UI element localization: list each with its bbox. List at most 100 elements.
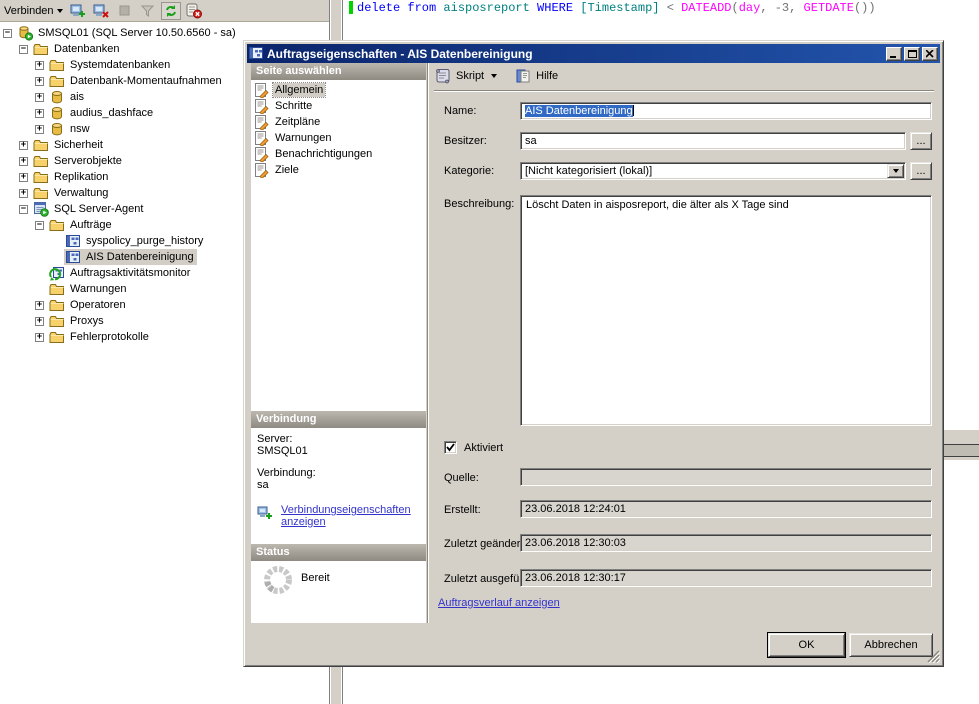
folder-icon [33,137,49,153]
tree-item-label: Warnungen [68,282,128,296]
name-label: Name: [444,105,476,117]
expand-icon[interactable]: + [35,109,44,118]
folder-icon [33,153,49,169]
text-cursor [633,105,634,116]
folder-icon [49,313,65,329]
resize-grip[interactable] [927,650,940,663]
script-dropdown-icon[interactable] [491,74,497,78]
help-icon[interactable] [515,68,531,84]
expand-icon[interactable]: + [35,61,44,70]
connection-properties-icon [257,504,275,522]
help-button[interactable]: Hilfe [536,70,558,82]
expand-icon[interactable]: + [35,317,44,326]
query-token: WHERE [537,1,580,15]
created-label: Erstellt: [444,504,481,516]
enabled-label: Aktiviert [464,442,503,454]
tree-item-label: audius_dashface [68,106,155,120]
connection-value: sa [257,479,422,491]
close-button[interactable] [922,47,938,61]
page-icon [253,130,269,146]
query-token: day [739,1,761,15]
disconnect-server-icon[interactable] [92,2,112,20]
combo-dropdown-icon[interactable] [887,164,904,178]
owner-input[interactable]: sa [520,132,906,150]
page-item-allgemein[interactable]: Allgemein [253,82,423,98]
tree-item-label: Aufträge [68,218,114,232]
expand-icon[interactable]: + [19,141,28,150]
dialog-toolbar: Skript Hilfe [434,63,939,89]
category-value: [Nicht kategorisiert (lokal)] [525,165,652,177]
query-token: ( [732,1,739,15]
expand-icon[interactable]: + [35,93,44,102]
monitor-icon [49,265,65,281]
collapse-icon[interactable]: − [19,45,28,54]
page-item-schritte[interactable]: Schritte [253,98,423,114]
expand-icon[interactable]: + [19,173,28,182]
expand-icon[interactable]: + [19,189,28,198]
source-field [520,468,932,486]
page-item-benachrichtigungen[interactable]: Benachrichtigungen [253,146,423,162]
page-item-label: Allgemein [273,83,325,97]
modified-label: Zuletzt geändert: [444,538,527,550]
job-history-link[interactable]: Auftragsverlauf anzeigen [438,597,560,609]
tree-item-label: Proxys [68,314,106,328]
refresh-icon[interactable] [161,2,181,20]
owner-browse-button[interactable]: ... [910,132,932,150]
category-browse-button[interactable]: ... [910,162,932,180]
script-button[interactable]: Skript [456,70,484,82]
dialog-titlebar[interactable]: Auftragseigenschaften - AIS Datenbereini… [247,44,940,63]
tree-item-label: Systemdatenbanken [68,58,172,72]
connect-server-icon[interactable] [69,2,89,20]
owner-label: Besitzer: [444,135,487,147]
query-token: delete from [357,1,443,15]
script-icon[interactable] [434,68,451,84]
ok-button[interactable]: OK [768,633,845,657]
tree-item-label: ais [68,90,86,104]
tree-item[interactable]: − SMSQL01 (SQL Server 10.50.6560 - sa) [0,25,329,41]
enabled-checkbox[interactable] [444,441,457,454]
page-item-warnungen[interactable]: Warnungen [253,130,423,146]
page-item-zeitpläne[interactable]: Zeitpläne [253,114,423,130]
collapse-icon[interactable]: − [35,221,44,230]
category-select[interactable]: [Nicht kategorisiert (lokal)] [520,162,906,180]
tree-item-label: Sicherheit [52,138,105,152]
dialog-panel-splitter [427,63,429,623]
view-connection-properties-link[interactable]: Verbindungseigenschaften anzeigen [281,504,425,528]
name-input[interactable]: AIS Datenbereinigung [520,102,932,120]
database-icon [49,89,65,105]
minimize-button[interactable] [886,47,902,61]
folder-icon [49,57,65,73]
query-text: delete from aisposreport WHERE [Timestam… [357,1,876,15]
page-item-label: Schritte [273,99,314,113]
tree-item-label: Operatoren [68,298,128,312]
maximize-button[interactable] [904,47,920,61]
folder-icon [49,329,65,345]
tree-item-label: SMSQL01 (SQL Server 10.50.6560 - sa) [36,26,238,40]
expand-icon[interactable]: + [35,333,44,342]
folder-icon [33,169,49,185]
expand-icon[interactable]: + [35,77,44,86]
description-textarea[interactable]: Löscht Daten in aisposreport, die älter … [520,195,932,426]
agent-icon [33,201,49,217]
expand-icon[interactable]: + [35,301,44,310]
query-token: ()) [854,1,876,15]
chevron-down-icon [57,9,63,13]
expand-icon[interactable]: + [19,157,28,166]
page-item-label: Warnungen [273,131,333,145]
query-token: DATEADD [681,1,731,15]
cancel-button[interactable]: Abbrechen [849,633,933,657]
tree-item-label: Replikation [52,170,110,184]
folder-icon [49,281,65,297]
page-item-ziele[interactable]: Ziele [253,162,423,178]
query-token: , -3, [760,1,803,15]
connect-dropdown-button[interactable]: Verbinden [1,4,66,18]
page-icon [253,82,269,98]
folder-icon [49,297,65,313]
job-properties-dialog: Auftragseigenschaften - AIS Datenbereini… [243,40,944,667]
job-icon [249,47,263,60]
expand-icon[interactable]: + [35,125,44,134]
collapse-icon[interactable]: − [3,29,12,38]
script-error-icon[interactable] [184,2,204,20]
collapse-icon[interactable]: − [19,205,28,214]
job-icon [65,233,81,249]
